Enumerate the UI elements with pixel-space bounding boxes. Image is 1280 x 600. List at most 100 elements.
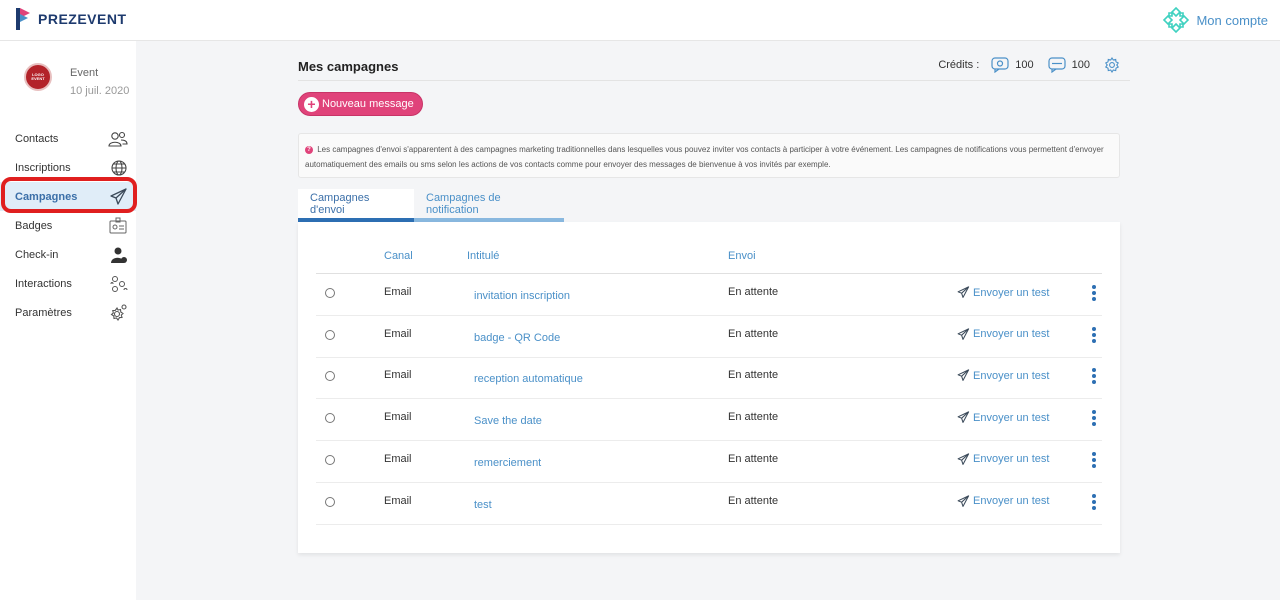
row-status: En attente — [728, 411, 779, 424]
sidebar-item-check-in[interactable]: Check-in — [0, 240, 136, 269]
tab-campagnes-notification[interactable]: Campagnes de notification — [414, 189, 564, 222]
checkin-icon — [111, 247, 127, 263]
credits-label: Crédits : — [938, 59, 980, 71]
row-title-link[interactable]: test — [474, 499, 492, 511]
email-credit-icon — [991, 57, 1009, 73]
row-title-link[interactable]: Save the date — [474, 415, 542, 427]
account-label: Mon compte — [1196, 12, 1268, 28]
account-avatar-icon — [1163, 6, 1190, 34]
send-test-button[interactable]: Envoyer un test — [956, 369, 1049, 382]
help-icon: ? — [305, 145, 313, 154]
brand-name: PREZEVENT — [38, 11, 127, 27]
row-title-link[interactable]: remerciement — [474, 457, 541, 469]
row-menu-kebab-icon[interactable] — [1092, 285, 1096, 301]
row-canal: Email — [384, 494, 412, 507]
row-select-radio[interactable] — [325, 454, 335, 465]
table-row: Email test En attente Envoyer un test — [316, 483, 1102, 525]
settings-gear-icon[interactable] — [1104, 57, 1120, 73]
contacts-icon — [108, 131, 128, 147]
sidebar-item-label: Contacts — [15, 132, 59, 145]
event-date: 10 juil. 2020 — [70, 85, 130, 97]
row-title-link[interactable]: badge - QR Code — [474, 332, 560, 344]
account-menu[interactable]: Mon compte — [1162, 6, 1268, 34]
send-test-button[interactable]: Envoyer un test — [956, 328, 1049, 341]
send-test-button[interactable]: Envoyer un test — [956, 411, 1049, 424]
row-select-radio[interactable] — [325, 413, 335, 424]
row-title-link[interactable]: invitation inscription — [474, 290, 570, 302]
sidebar-item-label: Campagnes — [15, 190, 78, 203]
table-row: Email reception automatique En attente E… — [316, 357, 1102, 400]
table-header: Canal Intitulé Envoi — [316, 244, 1102, 274]
send-test-label: Envoyer un test — [973, 495, 1050, 507]
sidebar-item-label: Inscriptions — [15, 161, 71, 174]
badge-icon — [109, 217, 127, 234]
row-title-link[interactable]: reception automatique — [474, 373, 583, 385]
row-menu-kebab-icon[interactable] — [1092, 410, 1096, 427]
tab-campagnes-envoi[interactable]: Campagnes d'envoi — [298, 189, 414, 222]
prezevent-logo-icon — [16, 8, 30, 30]
sms-credits-count: 100 — [1071, 59, 1090, 71]
sidebar-item-campagnes[interactable]: Campagnes — [0, 182, 136, 211]
table-row: Email Save the date En attente Envoyer u… — [316, 399, 1102, 442]
plus-icon: + — [304, 96, 319, 112]
row-select-radio[interactable] — [325, 371, 335, 382]
row-menu-kebab-icon[interactable] — [1092, 368, 1096, 385]
sidebar-item-label: Interactions — [15, 277, 72, 290]
sidebar-item-label: Check-in — [15, 248, 59, 261]
row-status: En attente — [728, 327, 779, 340]
gear-icon — [110, 304, 127, 321]
send-test-label: Envoyer un test — [973, 411, 1050, 424]
paper-plane-icon — [110, 188, 127, 205]
info-box: ? Les campagnes d'envoi s'apparentent à … — [298, 133, 1120, 178]
send-test-label: Envoyer un test — [973, 286, 1050, 299]
row-canal: Email — [384, 327, 412, 340]
paper-plane-icon — [957, 494, 970, 507]
paper-plane-icon — [957, 453, 970, 465]
event-logo: LOGO EVENT — [24, 63, 52, 91]
credit-sms[interactable]: 100 — [1048, 57, 1098, 73]
sidebar: LOGO EVENT Event 10 juil. 2020 Contacts … — [0, 41, 137, 600]
page-header: Mes campagnes Crédits : 100 100 — [298, 41, 1130, 81]
send-test-label: Envoyer un test — [973, 369, 1050, 382]
sidebar-item-label: Badges — [15, 219, 53, 232]
sidebar-item-parametres[interactable]: Paramètres — [0, 298, 136, 327]
paper-plane-icon — [957, 369, 970, 382]
new-message-button[interactable]: + Nouveau message — [298, 92, 423, 116]
sidebar-item-contacts[interactable]: Contacts — [0, 124, 136, 153]
credit-email[interactable]: 100 — [991, 57, 1041, 73]
column-header-intitule: Intitulé — [467, 250, 500, 262]
info-text: Les campagnes d'envoi s'apparentent à de… — [305, 145, 1104, 169]
new-message-label: Nouveau message — [322, 98, 414, 110]
row-menu-kebab-icon[interactable] — [1092, 326, 1096, 343]
column-header-envoi: Envoi — [728, 250, 756, 262]
sidebar-item-interactions[interactable]: Interactions — [0, 269, 136, 298]
send-test-button[interactable]: Envoyer un test — [956, 494, 1050, 508]
row-canal: Email — [384, 452, 412, 465]
row-status: En attente — [728, 286, 779, 298]
send-test-label: Envoyer un test — [973, 328, 1050, 341]
email-credits-count: 100 — [1015, 59, 1034, 71]
row-select-radio[interactable] — [325, 329, 335, 340]
table-row: Email badge - QR Code En attente Envoyer… — [316, 316, 1102, 358]
row-menu-kebab-icon[interactable] — [1092, 493, 1096, 510]
sidebar-item-label: Paramètres — [15, 306, 72, 319]
brand-logo[interactable]: PREZEVENT — [16, 8, 127, 30]
top-bar: PREZEVENT Mon compte — [0, 0, 1280, 41]
send-test-button[interactable]: Envoyer un test — [956, 453, 1049, 466]
row-status: En attente — [728, 369, 779, 382]
sidebar-nav: Contacts Inscriptions Campagnes Badges C… — [0, 124, 136, 327]
send-test-button[interactable]: Envoyer un test — [956, 286, 1049, 299]
paper-plane-icon — [957, 286, 970, 298]
row-canal: Email — [384, 369, 412, 382]
row-menu-kebab-icon[interactable] — [1092, 451, 1096, 468]
sidebar-item-badges[interactable]: Badges — [0, 211, 136, 240]
page-title: Mes campagnes — [298, 59, 399, 74]
send-test-label: Envoyer un test — [973, 453, 1050, 466]
event-summary[interactable]: LOGO EVENT Event 10 juil. 2020 — [24, 63, 129, 97]
row-select-radio[interactable] — [325, 496, 335, 507]
row-select-radio[interactable] — [325, 288, 335, 298]
campaign-tabs: Campagnes d'envoi Campagnes de notificat… — [298, 189, 564, 222]
sidebar-item-inscriptions[interactable]: Inscriptions — [0, 153, 136, 182]
row-status: En attente — [728, 452, 779, 465]
event-name: Event — [70, 67, 99, 79]
